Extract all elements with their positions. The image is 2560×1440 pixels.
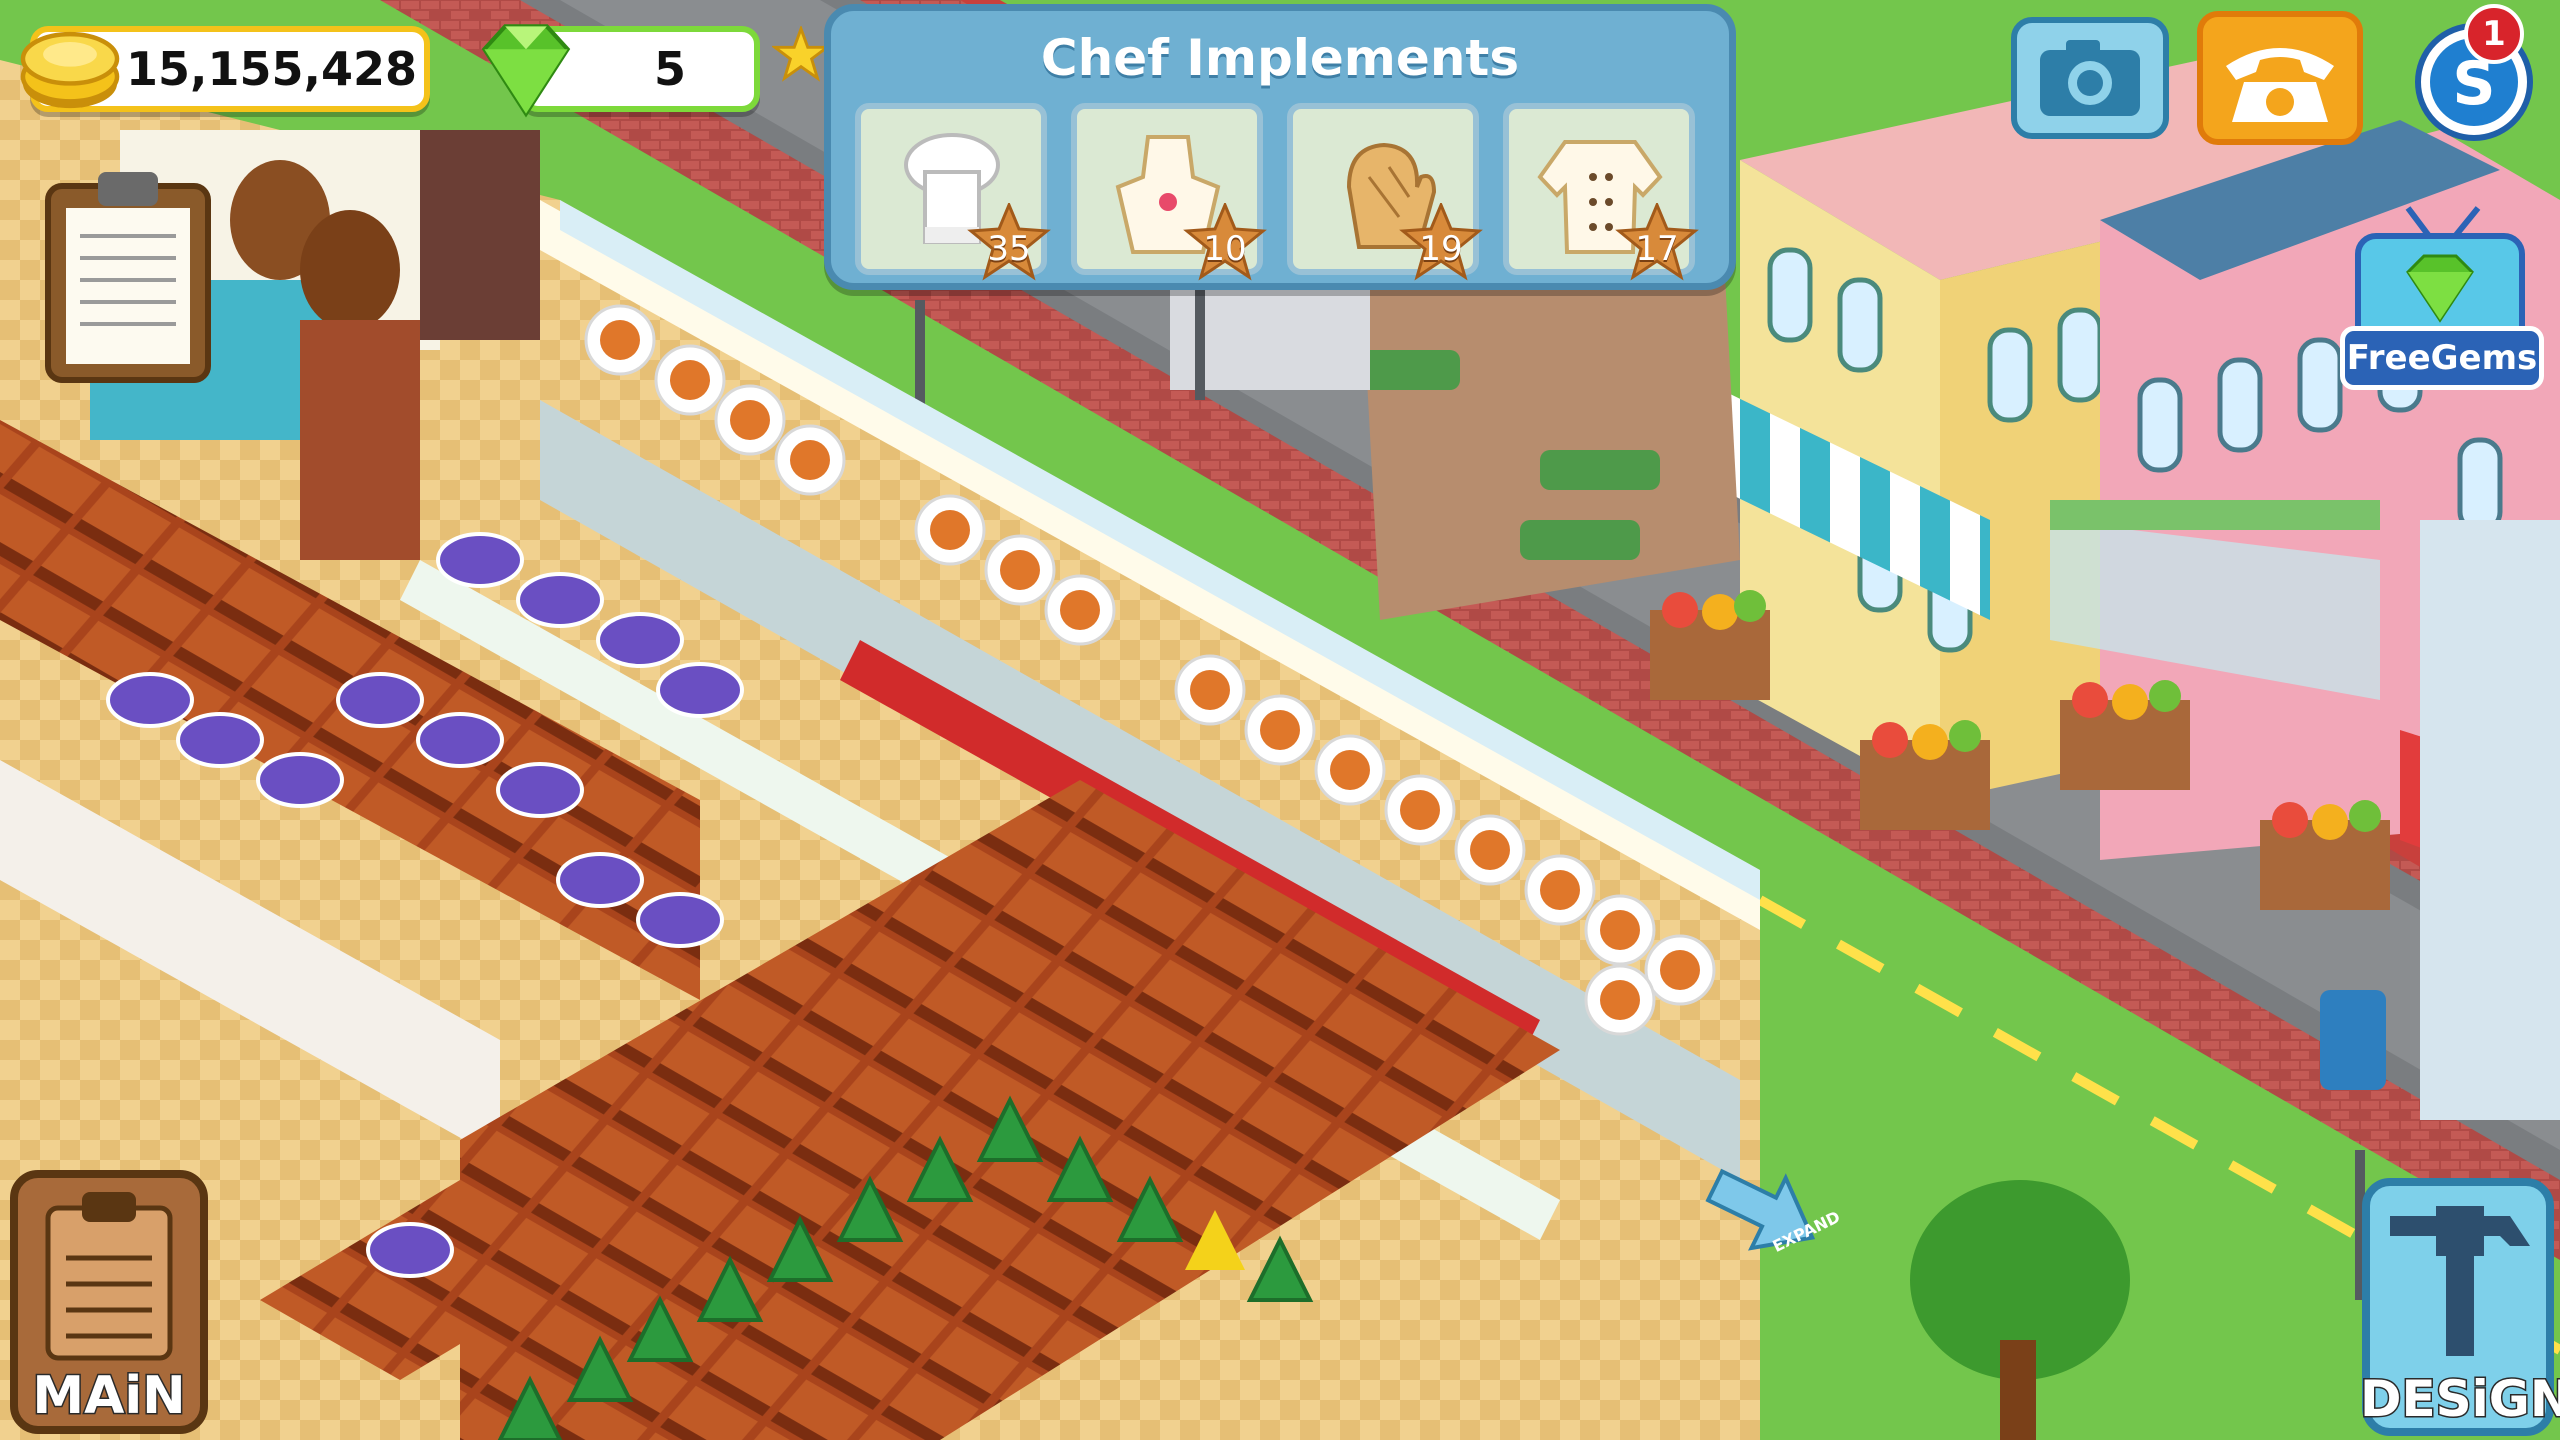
gems-value: 5 — [653, 42, 686, 96]
panel-title: Chef Implements — [1040, 29, 1520, 87]
star-icon — [772, 26, 830, 82]
chef-implements-panel: Chef Implements 35 10 19 17 — [824, 4, 1736, 290]
free-gems-label[interactable]: FreeGems — [2340, 326, 2544, 390]
orders-clipboard-button[interactable] — [40, 166, 216, 386]
slot-chef-jacket[interactable]: 17 — [1503, 103, 1699, 281]
notification-badge: 1 — [2464, 4, 2524, 64]
camera-icon — [2040, 40, 2140, 116]
slot-chef-hat[interactable]: 35 — [855, 103, 1051, 281]
count-badge: 10 — [1183, 203, 1267, 281]
camera-button[interactable] — [2010, 16, 2170, 140]
design-button-label: DESiGN — [2359, 1369, 2560, 1430]
coins-value: 15,155,428 — [126, 42, 418, 96]
count-badge: 35 — [967, 203, 1051, 281]
phone-button[interactable] — [2196, 10, 2364, 146]
gem-icon — [481, 24, 571, 118]
clipboard-icon — [45, 1192, 173, 1361]
expand-arrow-icon[interactable] — [1700, 1164, 1830, 1254]
coin-stack-icon — [20, 31, 120, 109]
slot-apron[interactable]: 10 — [1071, 103, 1267, 281]
slot-oven-mitt[interactable]: 19 — [1287, 103, 1483, 281]
count-badge: 19 — [1399, 203, 1483, 281]
main-button-label: MAiN — [31, 1365, 187, 1428]
count-badge: 17 — [1615, 203, 1699, 281]
